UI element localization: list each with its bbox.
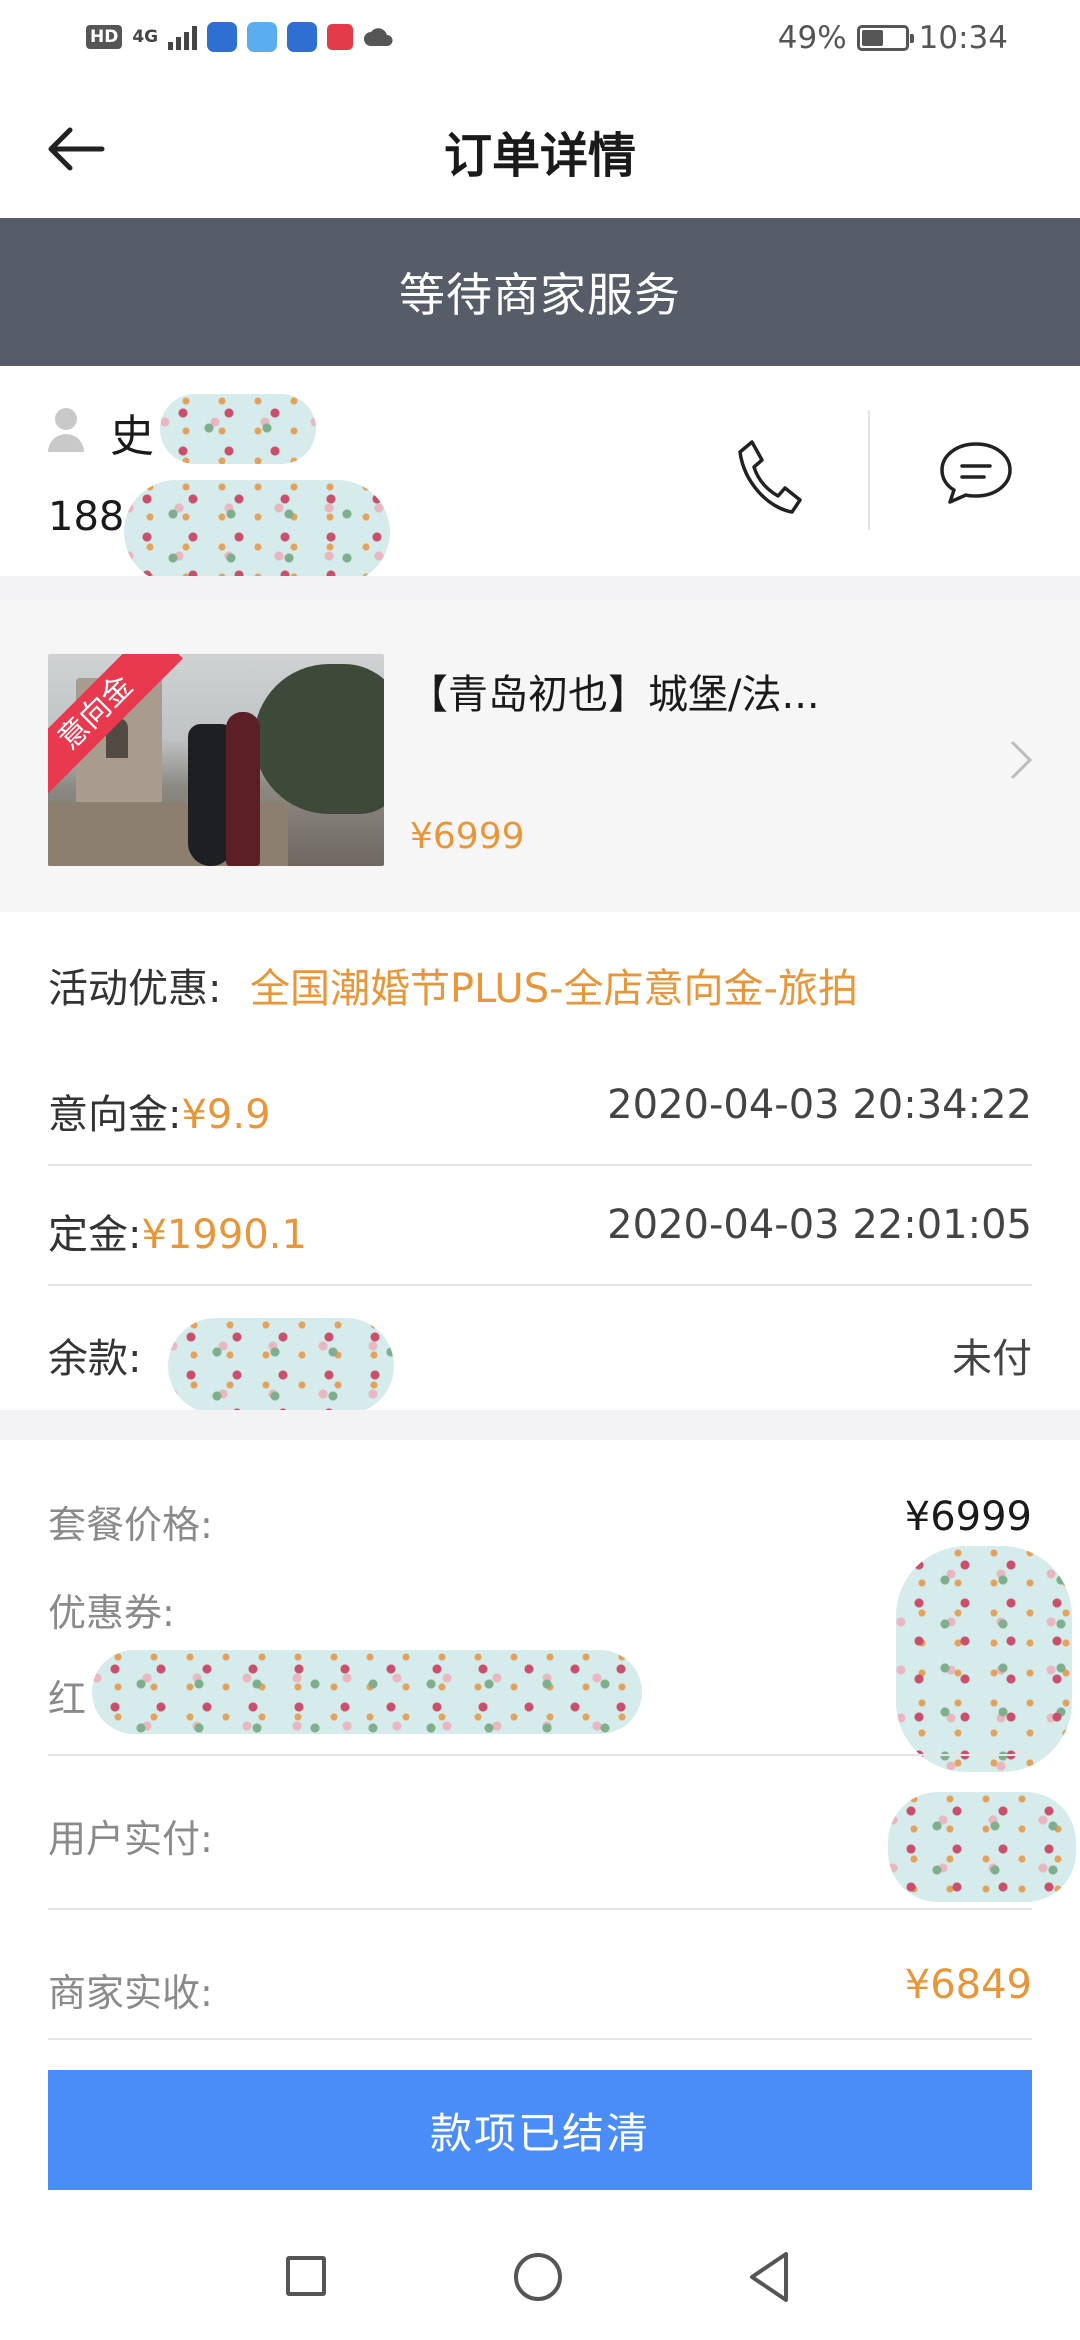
divider — [868, 410, 870, 530]
product-card[interactable]: 意向金 【青岛初也】城堡/法... ¥6999 — [0, 600, 1080, 912]
package-price-value: ¥6999 — [904, 1494, 1032, 1540]
hd-indicator: HD — [86, 25, 123, 49]
battery-percent: 49% — [777, 20, 847, 56]
cloud-icon — [364, 28, 393, 46]
redaction-mark — [92, 1650, 642, 1734]
app-notification-icon — [207, 22, 238, 52]
status-left: HD 4G — [86, 22, 393, 52]
title-bar: 订单详情 — [0, 80, 1080, 218]
redaction-mark — [896, 1546, 1072, 1772]
redaction-mark — [124, 480, 390, 584]
battery-icon — [856, 25, 914, 51]
recent-apps-button[interactable] — [286, 2256, 326, 2296]
customer-phone: 188 — [48, 494, 125, 540]
nav-back-icon[interactable] — [746, 2250, 792, 2304]
customer-name: 史 — [110, 411, 154, 462]
network-type: 4G — [132, 27, 159, 47]
promo-label: 活动优惠: — [48, 966, 222, 1012]
product-price: ¥6999 — [410, 816, 525, 857]
user-paid-label: 用户实付: — [48, 1817, 213, 1861]
payment-settled-button[interactable]: 款项已结清 — [48, 2070, 1032, 2190]
payment-label: 余款: — [48, 1336, 142, 1382]
app-notification-icon — [247, 22, 278, 52]
status-bar: HD 4G 49% 10:34 — [0, 0, 1080, 80]
merchant-received-label: 商家实收: — [48, 1971, 213, 2015]
user-avatar-icon — [48, 408, 84, 452]
app-notification-icon — [287, 22, 318, 52]
status-right: 49% 10:34 — [778, 20, 1008, 56]
redaction-mark — [888, 1792, 1076, 1902]
chevron-right-icon — [1010, 740, 1033, 780]
divider — [48, 1754, 1032, 1756]
payment-label: 定金: — [48, 1212, 142, 1258]
signal-icon — [168, 24, 198, 50]
payment-time: 2020-04-03 22:01:05 — [607, 1202, 1032, 1248]
payment-amount: ¥9.9 — [181, 1092, 271, 1138]
divider — [48, 2038, 1032, 2040]
payment-row-deposit: 定金:¥1990.1 2020-04-03 22:01:05 — [48, 1166, 1032, 1286]
home-button[interactable] — [514, 2253, 562, 2301]
payment-time: 2020-04-03 20:34:22 — [607, 1082, 1032, 1128]
section-gap — [0, 1410, 1080, 1440]
merchant-received-value: ¥6849 — [904, 1962, 1032, 2008]
divider — [48, 1908, 1032, 1910]
payment-amount: ¥1990.1 — [141, 1212, 307, 1258]
chat-message-icon[interactable] — [936, 438, 1016, 508]
section-gap — [0, 576, 1080, 600]
redaction-mark — [168, 1318, 394, 1414]
clock: 10:34 — [918, 20, 1008, 56]
book-app-icon — [327, 24, 354, 50]
promo-value: 全国潮婚节PLUS-全店意向金-旅拍 — [250, 966, 858, 1012]
payment-status: 未付 — [952, 1336, 1032, 1382]
customer-card: 史 188 — [0, 366, 1080, 584]
product-name: 【青岛初也】城堡/法... — [408, 672, 820, 718]
package-price-label: 套餐价格: — [48, 1503, 213, 1547]
payment-row-intent: 意向金:¥9.9 2020-04-03 20:34:22 — [48, 1046, 1032, 1166]
product-photo: 意向金 — [48, 654, 384, 866]
coupon-label: 优惠券: — [48, 1591, 175, 1635]
order-status-banner: 等待商家服务 — [0, 218, 1080, 366]
red-packet-label: 红 — [48, 1677, 87, 1721]
payment-label: 意向金: — [48, 1092, 182, 1138]
page-title: 订单详情 — [443, 128, 636, 184]
phone-call-icon[interactable] — [734, 436, 804, 516]
redaction-mark — [160, 394, 316, 464]
